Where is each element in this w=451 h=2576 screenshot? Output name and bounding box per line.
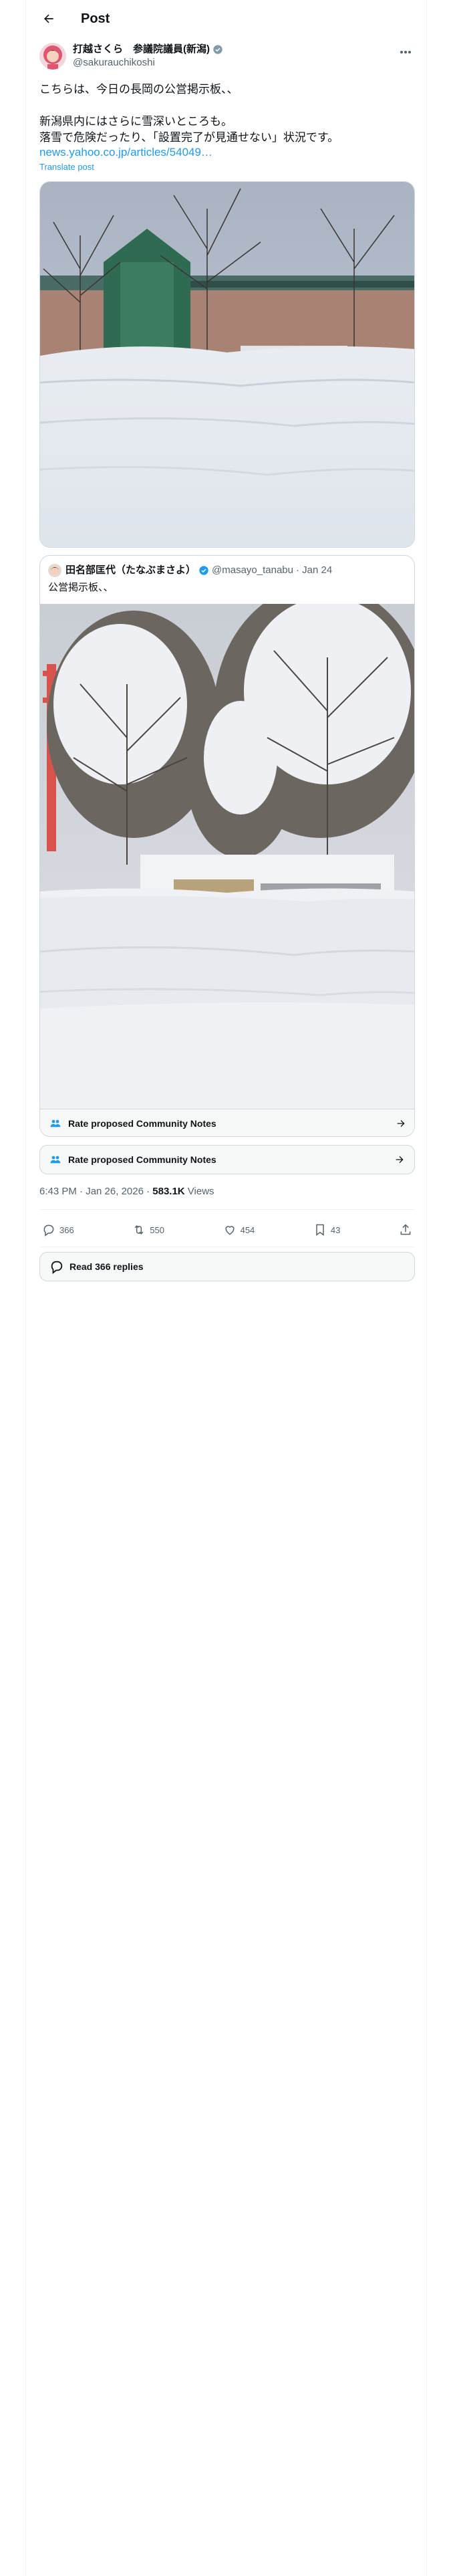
author-handle[interactable]: @sakurauchikoshi	[73, 56, 223, 70]
reply-count: 366	[59, 1224, 74, 1235]
post-image[interactable]	[39, 181, 415, 548]
tweet-text: こちらは、今日の長岡の公営掲示板、、 新潟県内にはさらに雪深いところも。 落雪で…	[39, 83, 339, 144]
reply-button[interactable]: 366	[42, 1223, 74, 1237]
arrow-right-icon	[396, 1156, 404, 1164]
share-icon	[400, 1224, 411, 1235]
post-timestamp[interactable]: 6:43 PM · Jan 26, 2026 ·	[39, 1186, 152, 1197]
bookmark-count: 43	[330, 1224, 341, 1235]
bookmark-button[interactable]: 43	[313, 1223, 340, 1237]
translate-link[interactable]: Translate post	[39, 162, 94, 173]
quote-text: 公営掲示板、、	[48, 582, 114, 593]
action-bar: 366 550 454 43	[39, 1214, 415, 1246]
like-icon	[225, 1226, 235, 1235]
verified-badge-icon	[198, 565, 209, 576]
community-notes-icon	[50, 1156, 61, 1164]
speech-bubble-icon	[51, 1261, 63, 1274]
quote-image[interactable]	[40, 604, 414, 1109]
back-button[interactable]	[38, 8, 59, 29]
author-name-row: 打越さくら 参議院議員(新潟)	[73, 43, 223, 56]
author-row: 打越さくら 参議院議員(新潟) @sakurauchikoshi	[39, 43, 414, 72]
quote-date: · Jan 24	[296, 564, 333, 576]
left-gutter	[0, 0, 25, 2576]
more-button[interactable]	[398, 45, 414, 59]
views-count: 583.1K	[152, 1186, 185, 1197]
share-button[interactable]	[399, 1223, 412, 1237]
community-notes-icon	[50, 1119, 61, 1127]
reply-icon	[43, 1224, 54, 1237]
quote-header: 田名部匡代（たなぶまさよ） @masayo_tanabu · Jan 24	[48, 564, 332, 577]
quote-community-notes-button[interactable]: Rate proposed Community Notes	[40, 1109, 414, 1136]
views-label: Views	[184, 1186, 214, 1197]
page-title: Post	[81, 11, 110, 26]
avatar[interactable]	[39, 43, 66, 70]
quote-community-notes-label: Rate proposed Community Notes	[68, 1117, 216, 1129]
community-notes-label: Rate proposed Community Notes	[68, 1154, 216, 1165]
page-header: Post	[26, 0, 428, 37]
main-column: Post 打越さくら 参議院議員(新潟) @sakurauchikoshi こち…	[25, 0, 427, 2576]
repost-count: 550	[150, 1224, 164, 1235]
repost-button[interactable]: 550	[132, 1223, 164, 1237]
quote-author-name: 田名部匡代（たなぶまさよ）	[65, 564, 196, 576]
arrow-right-icon	[397, 1119, 405, 1127]
back-arrow-icon	[44, 14, 53, 23]
repost-icon	[134, 1225, 144, 1235]
bookmark-icon	[316, 1224, 324, 1236]
like-button[interactable]: 454	[223, 1223, 255, 1237]
community-notes-button[interactable]: Rate proposed Community Notes	[39, 1145, 415, 1174]
divider	[39, 1209, 415, 1210]
like-count: 454	[240, 1224, 255, 1235]
quote-avatar[interactable]	[48, 564, 61, 577]
quoted-post[interactable]: 田名部匡代（たなぶまさよ） @masayo_tanabu · Jan 24 公営…	[39, 555, 415, 1137]
author-name[interactable]: 打越さくら 参議院議員(新潟)	[73, 43, 210, 56]
verified-badge-icon	[212, 44, 223, 55]
read-replies-label: Read 366 replies	[69, 1261, 144, 1272]
author-info: 打越さくら 参議院議員(新潟) @sakurauchikoshi	[73, 43, 223, 70]
article-link[interactable]: news.yahoo.co.jp/articles/54049…	[39, 144, 212, 160]
quote-author-handle: @masayo_tanabu	[212, 564, 293, 576]
read-replies-button[interactable]: Read 366 replies	[39, 1252, 415, 1281]
more-icon	[400, 51, 411, 53]
post-meta: 6:43 PM · Jan 26, 2026 · 583.1K Views	[39, 1185, 214, 1198]
